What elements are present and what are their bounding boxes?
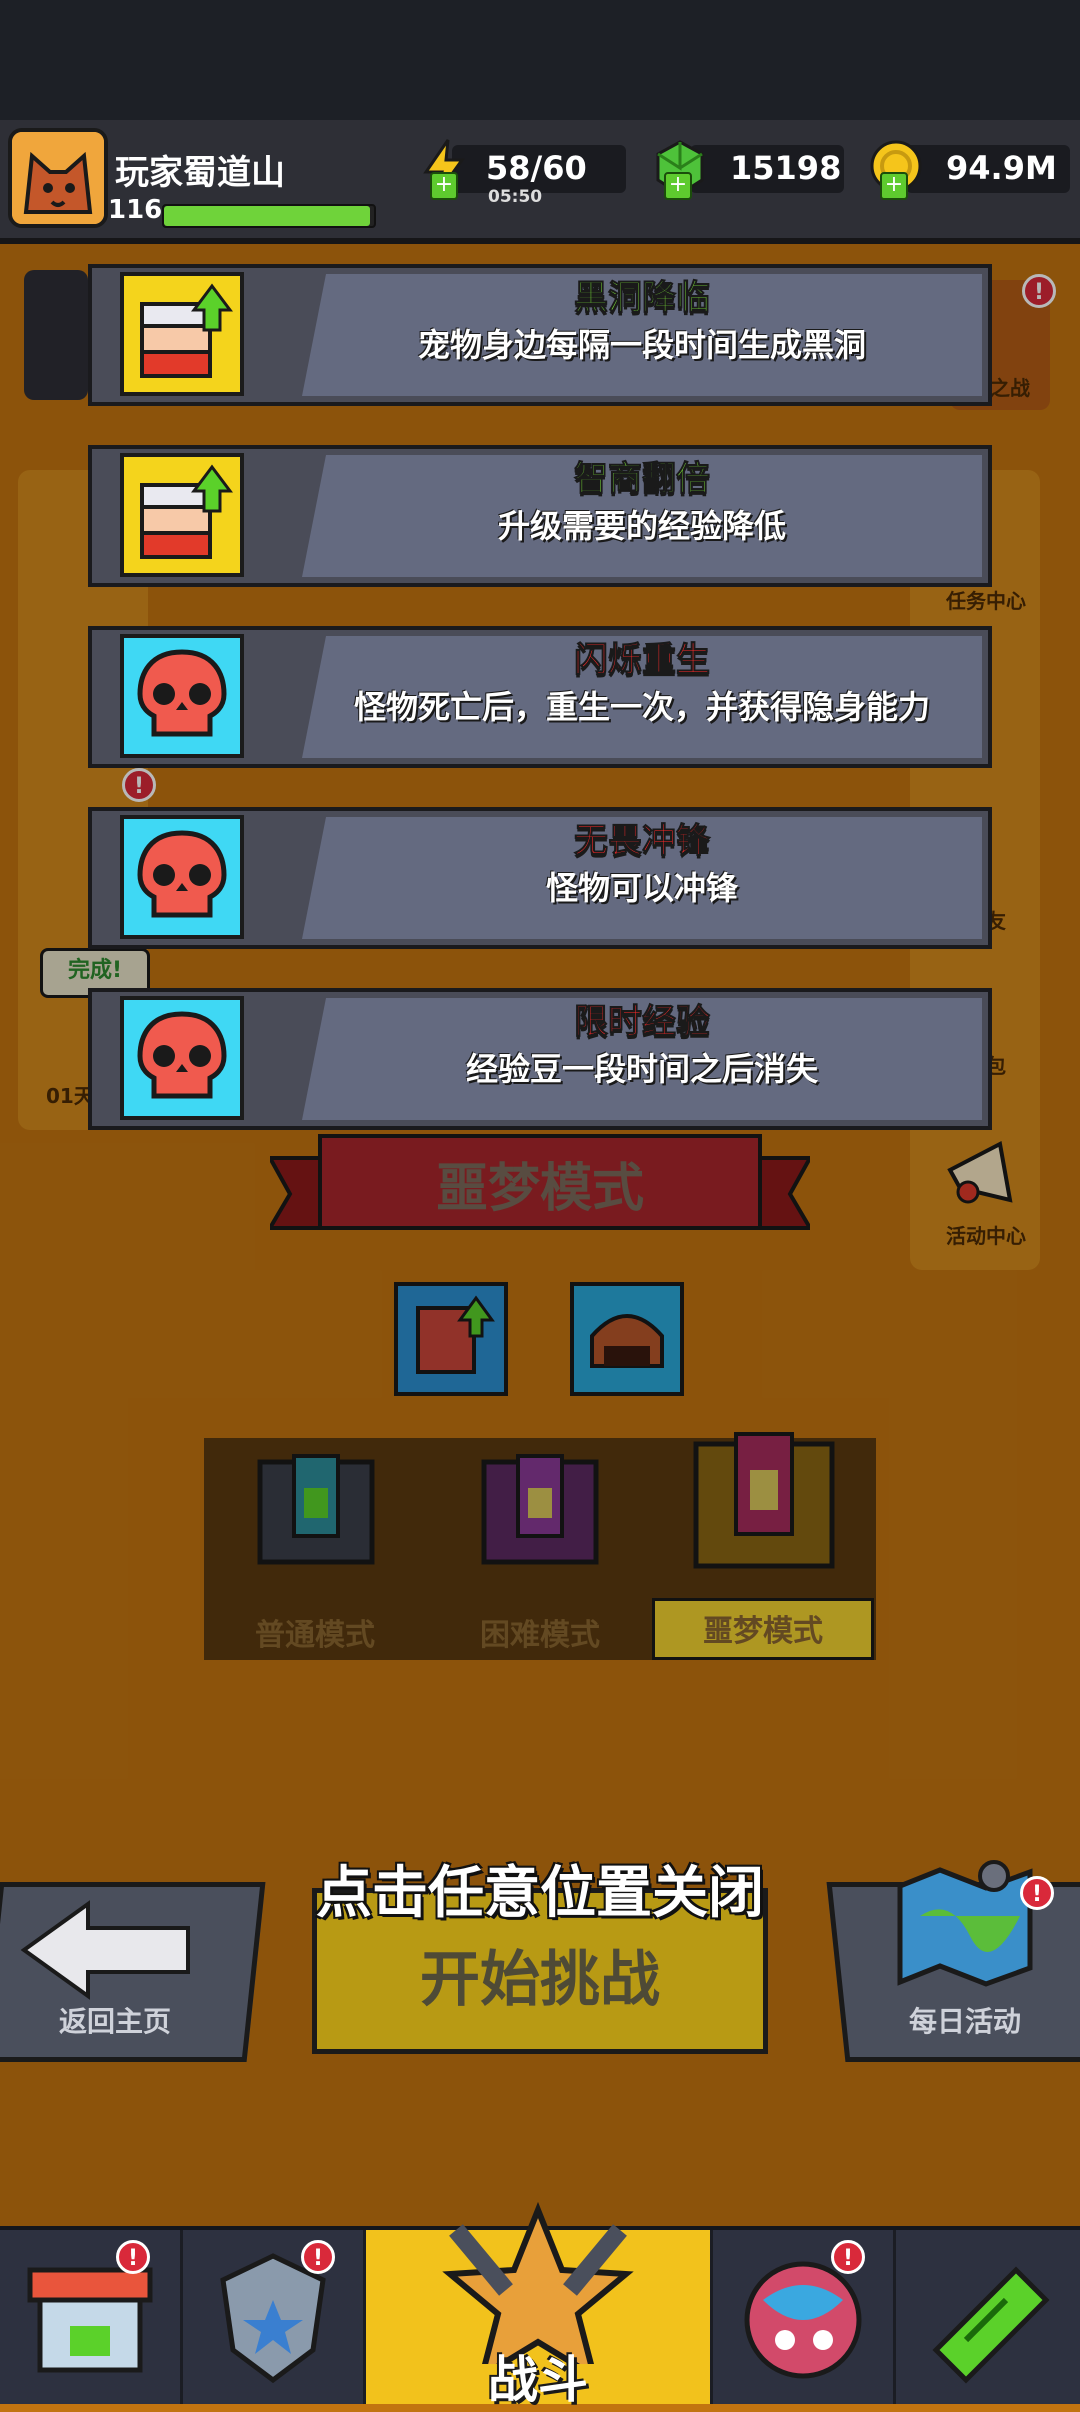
buff-title: 智商翻倍 [574, 459, 711, 500]
star-ball-icon [744, 2261, 862, 2379]
dna-scroll-icon [932, 2266, 1050, 2384]
player-level: 116 [108, 195, 163, 225]
buff-card: 智商翻倍 升级需要的经验降低 [88, 445, 992, 587]
bottom-navigation: ! ! 战斗 ! [0, 2201, 1080, 2409]
buff-card: 黑洞降临 宠物身边每隔一段时间生成黑洞 [88, 264, 992, 406]
notification-badge: ! [301, 2240, 335, 2274]
xp-bar-fill [164, 206, 370, 226]
shop-icon [27, 2267, 153, 2373]
pet-upgrade-icon [120, 453, 244, 577]
skull-icon [120, 634, 244, 758]
buff-description: 升级需要的经验降低 [497, 507, 786, 545]
daily-activity-label: 每日活动 [908, 2005, 1021, 2038]
energy-timer: 05:50 [488, 187, 543, 207]
player-name: 玩家蜀道山 [115, 153, 285, 193]
energy-icon[interactable]: + [418, 138, 470, 200]
pet-upgrade-icon [120, 272, 244, 396]
buff-description: 宠物身边每隔一段时间生成黑洞 [417, 326, 866, 364]
nav-talents[interactable]: ! [713, 2230, 896, 2404]
buff-title: 闪烁重生 [574, 640, 711, 681]
add-gems-icon[interactable]: + [664, 172, 692, 200]
battle-star-icon [442, 2201, 634, 2364]
buff-card: 闪烁重生 怪物死亡后，重生一次，并获得隐身能力 [88, 626, 992, 768]
buff-title: 限时经验 [574, 1002, 711, 1043]
skull-icon [120, 996, 244, 1120]
status-bar [0, 0, 1080, 120]
fox-avatar-icon [12, 132, 104, 224]
nav-battle[interactable]: 战斗 [366, 2201, 713, 2409]
buff-title: 黑洞降临 [574, 278, 711, 319]
gem-value: 15198 [730, 149, 842, 187]
nav-battle-label: 战斗 [488, 2351, 588, 2409]
add-gold-icon[interactable]: + [880, 172, 908, 200]
start-challenge-label: 开始挑战 [420, 1945, 660, 2015]
nav-shop[interactable]: ! [0, 2230, 183, 2404]
gem-icon[interactable]: + [652, 138, 704, 200]
buff-card: 无畏冲锋 怪物可以冲锋 [88, 807, 992, 949]
buff-card: 限时经验 经验豆一段时间之后消失 [88, 988, 992, 1130]
gold-counter[interactable]: 94.9M [906, 145, 1070, 193]
gold-value: 94.9M [946, 149, 1057, 187]
nav-evolution[interactable] [896, 2230, 1076, 2404]
skull-icon [120, 815, 244, 939]
buff-description: 怪物死亡后，重生一次，并获得隐身能力 [353, 688, 930, 726]
notification-badge: ! [116, 2240, 150, 2274]
add-energy-icon[interactable]: + [430, 172, 458, 200]
buff-description: 经验豆一段时间之后消失 [465, 1050, 818, 1088]
buff-description: 怪物可以冲锋 [545, 869, 738, 907]
shield-icon [220, 2253, 326, 2384]
energy-counter[interactable]: 58/60 05:50 [452, 145, 626, 207]
nav-equipment[interactable]: ! [183, 2230, 366, 2404]
buff-title: 无畏冲锋 [574, 821, 711, 862]
gem-counter[interactable]: 15198 [690, 145, 844, 193]
xp-bar [162, 204, 376, 228]
gold-coin-icon[interactable]: + [868, 138, 922, 200]
energy-value: 58/60 [486, 149, 587, 187]
player-avatar[interactable] [8, 128, 108, 228]
back-home-label: 返回主页 [58, 2005, 171, 2038]
notification-badge: ! [831, 2240, 865, 2274]
tap-to-close-hint: 点击任意位置关闭 [316, 1861, 764, 1926]
